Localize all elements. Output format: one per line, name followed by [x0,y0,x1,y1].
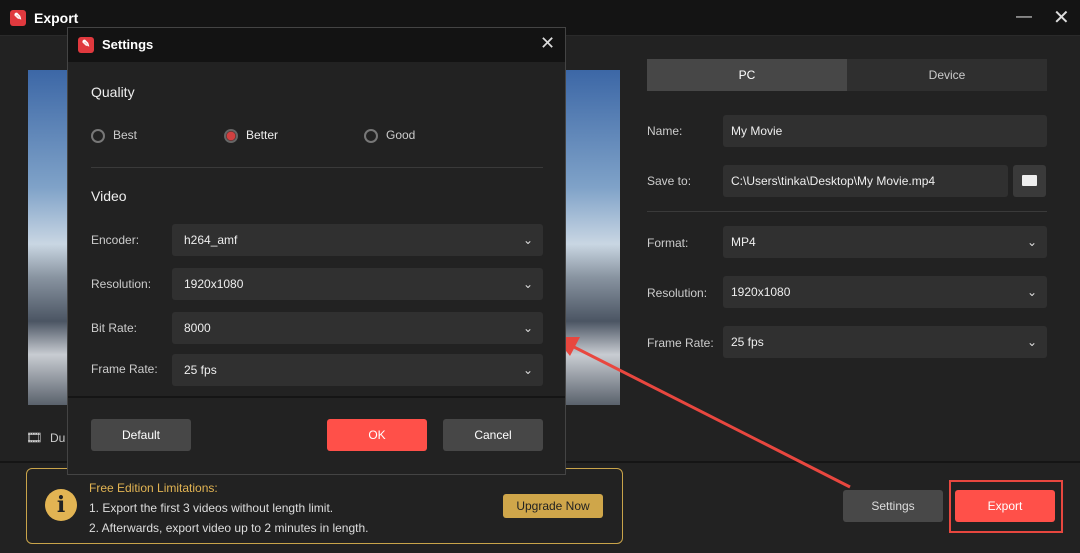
bit-rate-value: 8000 [184,321,211,335]
quality-good-radio[interactable]: Good [364,128,415,143]
frame-rate-value: 25 fps [184,363,217,377]
resolution-value: 1920x1080 [184,277,244,291]
video-heading: Video [91,188,127,204]
radio-label: Better [246,128,279,142]
dialog-title: Settings [102,37,154,52]
resolution-label: Resolution: [91,277,152,291]
radio-label: Good [386,128,416,142]
resolution-select[interactable]: 1920x1080 ⌄ [172,268,543,300]
divider [91,167,543,168]
radio-label: Best [113,128,138,142]
radio-selected-icon [224,128,238,143]
quality-best-radio[interactable]: Best [91,128,137,143]
encoder-label: Encoder: [91,233,140,247]
arrow-line [571,344,851,489]
divider [68,396,565,398]
default-button[interactable]: Default [91,419,191,451]
chevron-down-icon: ⌄ [522,233,533,247]
ok-button[interactable]: OK [327,419,427,451]
bit-rate-label: Bit Rate: [91,321,138,335]
encoder-value: h264_amf [184,233,238,247]
cancel-button[interactable]: Cancel [443,419,543,451]
chevron-down-icon: ⌄ [522,321,533,335]
encoder-select[interactable]: h264_amf ⌄ [172,224,543,256]
settings-dialog: ✎ Settings ✕ Quality Best Better Good Vi… [67,27,566,475]
radio-icon [91,128,105,143]
chevron-down-icon: ⌄ [522,363,533,377]
quality-heading: Quality [91,84,135,100]
frame-rate-select[interactable]: 25 fps ⌄ [172,354,543,386]
radio-icon [364,128,378,143]
close-icon[interactable]: ✕ [540,33,555,54]
dialog-title-bar: ✎ Settings ✕ [68,28,565,62]
quality-better-radio[interactable]: Better [224,128,278,143]
frame-rate-label: Frame Rate: [91,362,158,376]
bit-rate-select[interactable]: 8000 ⌄ [172,312,543,344]
chevron-down-icon: ⌄ [522,277,533,291]
app-logo-icon: ✎ [78,37,94,53]
